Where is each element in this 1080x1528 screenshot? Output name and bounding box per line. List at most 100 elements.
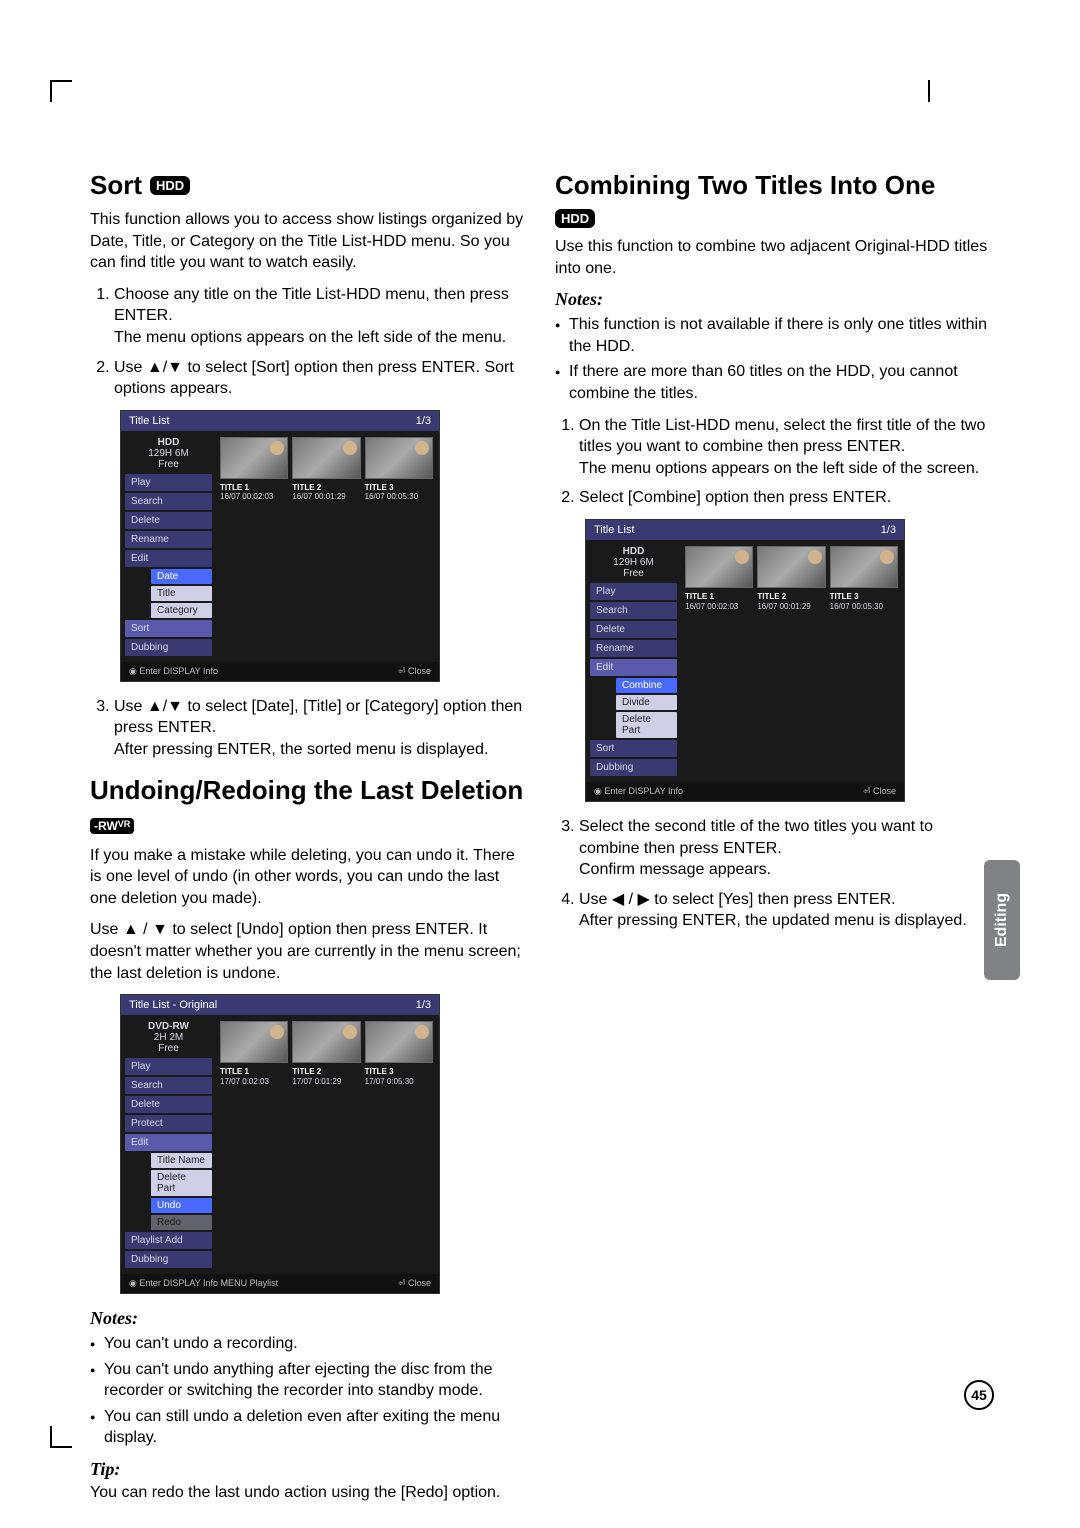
- ss1-thumb-1: [220, 437, 288, 479]
- ss1-free: Free: [125, 459, 212, 470]
- ss1-search: Search: [125, 493, 212, 510]
- ss2-delete: Delete: [125, 1096, 212, 1113]
- ss2-t1-meta: 17/07 0:02:03: [220, 1077, 269, 1086]
- ss2-footer-l: ◉ Enter DISPLAY Info MENU Playlist: [129, 1278, 278, 1289]
- ss3-sub-divide: Divide: [616, 695, 677, 710]
- ss1-delete: Delete: [125, 512, 212, 529]
- ss1-page: 1/3: [416, 415, 431, 427]
- ss1-header: Title List 1/3: [121, 411, 439, 431]
- ss3-t2-title: TITLE 2: [757, 592, 786, 601]
- combine-step-4a: Use ◀ / ▶ to select [Yes] then press ENT…: [579, 891, 896, 908]
- undo-note-3: You can still undo a deletion even after…: [104, 1406, 525, 1449]
- sort-step-3b: After pressing ENTER, the sorted menu is…: [114, 741, 488, 758]
- crop-mark-tl: [50, 80, 72, 102]
- ss2-sub-tn: Title Name: [151, 1153, 212, 1168]
- combine-step-4b: After pressing ENTER, the updated menu i…: [579, 912, 967, 929]
- ss3-t3-title: TITLE 3: [830, 592, 859, 601]
- sort-step-2: Use ▲/▼ to select [Sort] option then pre…: [114, 357, 525, 400]
- ss3-thumb-2: [757, 546, 825, 588]
- ss1-play: Play: [125, 474, 212, 491]
- combine-step-1a: On the Title List-HDD menu, select the f…: [579, 417, 985, 456]
- sort-step-3: Use ▲/▼ to select [Date], [Title] or [Ca…: [114, 696, 525, 761]
- sort-steps: Choose any title on the Title List-HDD m…: [90, 284, 525, 400]
- ss3-free: Free: [590, 568, 677, 579]
- ss3-edit: Edit: [590, 659, 677, 676]
- badge-rwvr: -RWVR: [90, 818, 134, 834]
- ss2-edit: Edit: [125, 1134, 212, 1151]
- undo-p1: If you make a mistake while deleting, yo…: [90, 845, 525, 910]
- ss2-sub-dp: Delete Part: [151, 1170, 212, 1196]
- crop-mark-tr: [928, 80, 930, 102]
- ss1-thumb-3: [365, 437, 433, 479]
- ss3-media: HDD: [590, 546, 677, 557]
- ss3-footer-r: ⏎ Close: [863, 786, 896, 797]
- ss2-dubbing: Dubbing: [125, 1251, 212, 1268]
- ss3-footer-l: ◉ Enter DISPLAY Info: [594, 786, 683, 797]
- combine-note-1: This function is not available if there …: [569, 314, 990, 357]
- screenshot-undo: Title List - Original 1/3 DVD-RW 2H 2M F…: [120, 994, 440, 1294]
- combine-step-1: On the Title List-HDD menu, select the f…: [579, 415, 990, 480]
- ss3-title: Title List: [594, 524, 635, 536]
- ss3-page: 1/3: [881, 524, 896, 536]
- ss1-t1-meta: 16/07 00:02:03: [220, 492, 273, 501]
- combine-notes-list: This function is not available if there …: [555, 314, 990, 404]
- sort-step-1: Choose any title on the Title List-HDD m…: [114, 284, 525, 349]
- combine-step-2: Select [Combine] option then press ENTER…: [579, 487, 990, 509]
- ss2-t2-title: TITLE 2: [292, 1067, 321, 1076]
- ss3-sidebar: HDD 129H 6M Free Play Search Delete Rena…: [586, 540, 681, 782]
- ss2-t2-meta: 17/07 0:01:29: [292, 1077, 341, 1086]
- sort-steps-cont: Use ▲/▼ to select [Date], [Title] or [Ca…: [90, 696, 525, 761]
- combine-step-3: Select the second title of the two title…: [579, 816, 990, 881]
- ss3-dubbing: Dubbing: [590, 759, 677, 776]
- ss1-sub-title: Title: [151, 586, 212, 601]
- badge-hdd-combine: HDD: [555, 209, 595, 228]
- ss1-footer-r: ⏎ Close: [398, 666, 431, 677]
- ss3-thumb-3: [830, 546, 898, 588]
- heading-undo: Undoing/Redoing the Last Deletion -RWVR: [90, 775, 525, 837]
- ss1-sort: Sort: [125, 620, 212, 637]
- ss2-t3-meta: 17/07 0:05:30: [365, 1077, 414, 1086]
- ss2-thumb-1: [220, 1021, 288, 1063]
- combine-step-1b: The menu options appears on the left sid…: [579, 460, 979, 477]
- ss1-sub-cat: Category: [151, 603, 212, 618]
- ss3-delete: Delete: [590, 621, 677, 638]
- ss1-edit: Edit: [125, 550, 212, 567]
- combine-step-3a: Select the second title of the two title…: [579, 818, 933, 857]
- ss2-sidebar: DVD-RW 2H 2M Free Play Search Delete Pro…: [121, 1015, 216, 1274]
- heading-combine-text: Combining Two Titles Into One: [555, 170, 935, 201]
- ss2-size: 2H 2M: [125, 1032, 212, 1043]
- ss1-t2-meta: 16/07 00:01:29: [292, 492, 345, 501]
- ss3-sort: Sort: [590, 740, 677, 757]
- screenshot-combine: Title List 1/3 HDD 129H 6M Free Play Sea…: [585, 519, 905, 802]
- combine-intro: Use this function to combine two adjacen…: [555, 236, 990, 279]
- ss3-rename: Rename: [590, 640, 677, 657]
- ss1-rename: Rename: [125, 531, 212, 548]
- ss3-sub-delpart: Delete Part: [616, 712, 677, 738]
- ss2-thumb-3: [365, 1021, 433, 1063]
- ss3-t2-meta: 16/07 00:01:29: [757, 602, 810, 611]
- ss2-pladd: Playlist Add: [125, 1232, 212, 1249]
- ss2-t1-title: TITLE 1: [220, 1067, 249, 1076]
- ss1-t1-title: TITLE 1: [220, 483, 249, 492]
- page-content: Sort HDD This function allows you to acc…: [90, 170, 990, 1378]
- crop-mark-bl: [50, 1426, 72, 1448]
- undo-tip-h: Tip:: [90, 1459, 525, 1480]
- heading-combine: Combining Two Titles Into One: [555, 170, 990, 201]
- heading-sort-text: Sort: [90, 170, 142, 201]
- section-tab: Editing: [984, 860, 1020, 980]
- ss1-sidebar: HDD 129H 6M Free Play Search Delete Rena…: [121, 431, 216, 662]
- ss2-free: Free: [125, 1043, 212, 1054]
- badge-hdd: HDD: [150, 176, 190, 195]
- ss2-thumb-2: [292, 1021, 360, 1063]
- ss1-size: 129H 6M: [125, 448, 212, 459]
- ss3-search: Search: [590, 602, 677, 619]
- undo-notes-h: Notes:: [90, 1308, 525, 1329]
- left-column: Sort HDD This function allows you to acc…: [90, 170, 525, 1378]
- ss1-title: Title List: [129, 415, 170, 427]
- ss1-t2-title: TITLE 2: [292, 483, 321, 492]
- ss1-dubbing: Dubbing: [125, 639, 212, 656]
- combine-step-4: Use ◀ / ▶ to select [Yes] then press ENT…: [579, 889, 990, 932]
- ss2-protect: Protect: [125, 1115, 212, 1132]
- ss2-t3-title: TITLE 3: [365, 1067, 394, 1076]
- ss3-play: Play: [590, 583, 677, 600]
